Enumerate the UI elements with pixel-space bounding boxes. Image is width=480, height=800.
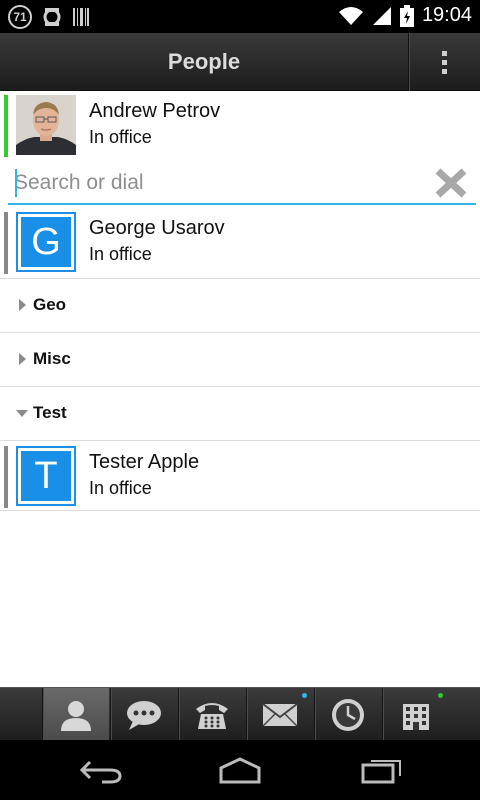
page-title: People xyxy=(167,49,241,74)
contact-name: Tester Apple xyxy=(89,451,200,473)
envelope-icon xyxy=(262,702,298,727)
contact-status: In office xyxy=(89,244,152,264)
bottom-tab-bar xyxy=(0,687,480,741)
back-icon xyxy=(79,760,122,784)
contact-name: Andrew Petrov xyxy=(89,100,221,122)
contact-row-tester-apple[interactable]: T Tester Apple In office xyxy=(0,442,480,512)
tab-history[interactable] xyxy=(314,688,381,741)
avatar: G xyxy=(16,212,76,272)
overflow-menu-button[interactable] xyxy=(408,33,480,91)
expand-arrow-icon xyxy=(19,353,26,365)
recents-icon xyxy=(361,760,401,784)
search-input[interactable] xyxy=(14,167,414,199)
chat-bubble-icon xyxy=(127,700,161,730)
status-bar: 71 19:04 xyxy=(0,0,480,33)
avatar-initial: G xyxy=(21,217,71,267)
divider xyxy=(0,440,480,441)
contact-name: George Usarov xyxy=(89,217,225,239)
tab-directory[interactable] xyxy=(382,688,449,741)
overflow-menu-icon-dot xyxy=(442,68,447,74)
phone-icon xyxy=(196,702,228,729)
wifi-icon xyxy=(338,6,363,25)
group-header-misc[interactable]: Misc xyxy=(0,333,480,386)
unread-indicator xyxy=(302,693,307,698)
battery-icon xyxy=(399,4,414,27)
presence-indicator xyxy=(4,95,8,157)
notification-count-icon: 71 xyxy=(8,5,32,29)
contact-row-george-usarov[interactable]: G George Usarov In office xyxy=(0,208,480,278)
group-label: Geo xyxy=(33,295,67,314)
sync-icon xyxy=(43,8,61,26)
barcode-icon xyxy=(73,8,89,26)
home-button[interactable] xyxy=(210,750,270,790)
text-cursor xyxy=(15,169,17,197)
avatar xyxy=(16,95,76,155)
action-bar: People xyxy=(0,33,480,91)
tab-people[interactable] xyxy=(42,688,109,741)
home-icon xyxy=(219,757,261,784)
overflow-menu-icon xyxy=(442,50,447,56)
group-label: Misc xyxy=(33,349,71,368)
avatar: T xyxy=(16,446,76,506)
back-button[interactable] xyxy=(70,750,130,790)
tab-phone[interactable] xyxy=(178,688,245,741)
system-nav-bar xyxy=(0,740,480,800)
recents-button[interactable] xyxy=(352,750,412,790)
expand-arrow-icon xyxy=(19,299,26,311)
people-list: Andrew Petrov In office G George Usarov … xyxy=(0,91,480,687)
presence-indicator xyxy=(4,212,8,274)
group-label: Test xyxy=(33,403,67,422)
building-icon xyxy=(403,703,429,730)
search-bar xyxy=(8,161,476,205)
clock-time: 19:04 xyxy=(421,4,472,26)
signal-icon xyxy=(372,6,391,25)
group-header-test[interactable]: Test xyxy=(0,387,480,440)
divider xyxy=(0,510,480,511)
contact-status: In office xyxy=(89,478,152,498)
clock-icon xyxy=(332,698,364,731)
tab-mail[interactable] xyxy=(246,688,313,741)
collapse-arrow-icon xyxy=(16,410,28,417)
avatar-initial: T xyxy=(21,451,71,501)
contact-status: In office xyxy=(89,127,152,147)
person-icon xyxy=(61,700,91,731)
overflow-menu-icon-dot xyxy=(442,59,447,65)
group-header-geo[interactable]: Geo xyxy=(0,279,480,332)
clear-icon[interactable] xyxy=(434,167,468,199)
self-contact-row[interactable]: Andrew Petrov In office xyxy=(0,91,480,161)
tab-chat[interactable] xyxy=(110,688,177,741)
presence-dot xyxy=(438,693,443,698)
presence-indicator xyxy=(4,446,8,508)
